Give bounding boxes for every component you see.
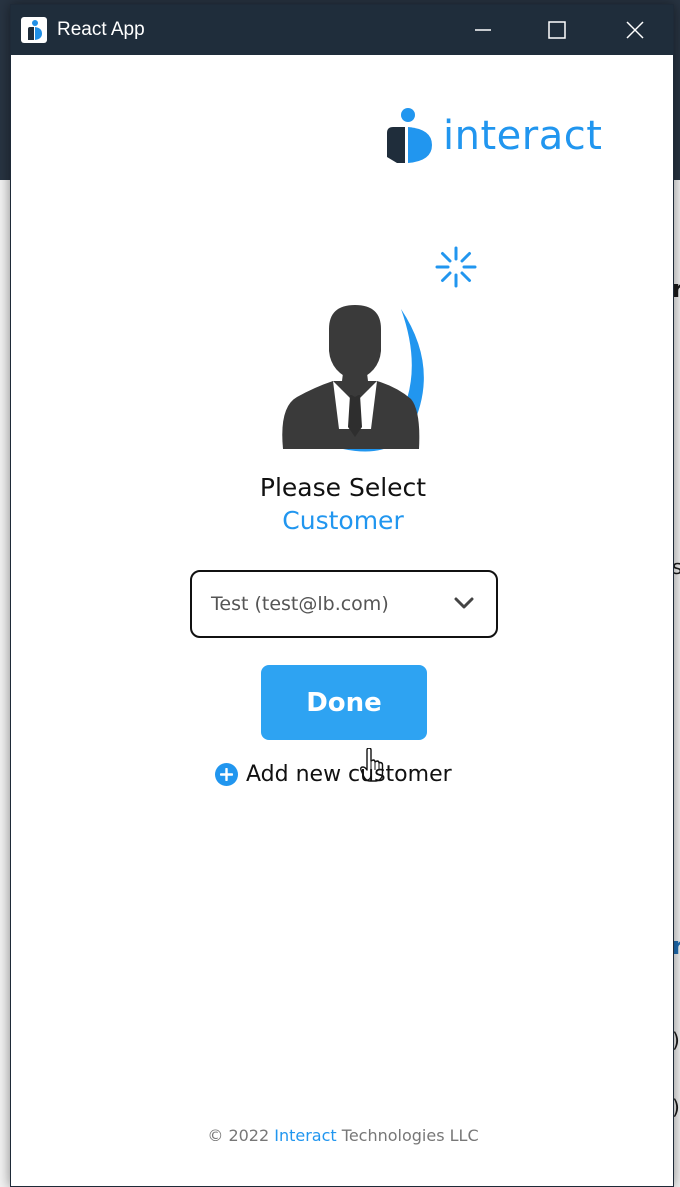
minimize-icon <box>475 29 491 31</box>
customer-select[interactable]: Test (test@lb.com) <box>190 570 498 638</box>
brand-name: interact <box>443 113 603 159</box>
interact-logo-icon <box>387 108 432 163</box>
customer-select-value: Test (test@lb.com) <box>211 593 389 615</box>
businessman-silhouette-icon <box>282 305 424 452</box>
footer-prefix: © 2022 <box>207 1126 275 1145</box>
brand-logo: interact <box>383 105 602 167</box>
prompt-subtitle: Customer <box>282 506 404 535</box>
page-content: interact Please Select Customer Test (te… <box>11 55 673 1186</box>
footer-suffix: Technologies LLC <box>336 1126 479 1145</box>
close-button[interactable] <box>595 5 673 55</box>
footer-brand-link[interactable]: Interact <box>274 1126 336 1145</box>
window-title: React App <box>57 19 145 40</box>
plus-circle-icon <box>215 762 238 786</box>
minimize-button[interactable] <box>443 5 523 55</box>
footer-copyright: © 2022 Interact Technologies LLC <box>11 1126 673 1145</box>
loading-spinner-icon <box>435 246 477 288</box>
maximize-button[interactable] <box>517 5 597 55</box>
app-window: React App interact Please Select Custome… <box>10 4 674 1187</box>
close-icon <box>626 21 644 39</box>
add-new-customer-label: Add new customer <box>246 761 452 787</box>
maximize-icon <box>548 21 566 39</box>
title-bar[interactable]: React App <box>11 5 673 55</box>
prompt-title: Please Select <box>259 473 427 502</box>
chevron-down-icon <box>454 597 474 609</box>
app-icon <box>21 17 47 43</box>
done-button[interactable]: Done <box>261 665 427 740</box>
add-new-customer-link[interactable]: Add new customer <box>215 757 452 791</box>
